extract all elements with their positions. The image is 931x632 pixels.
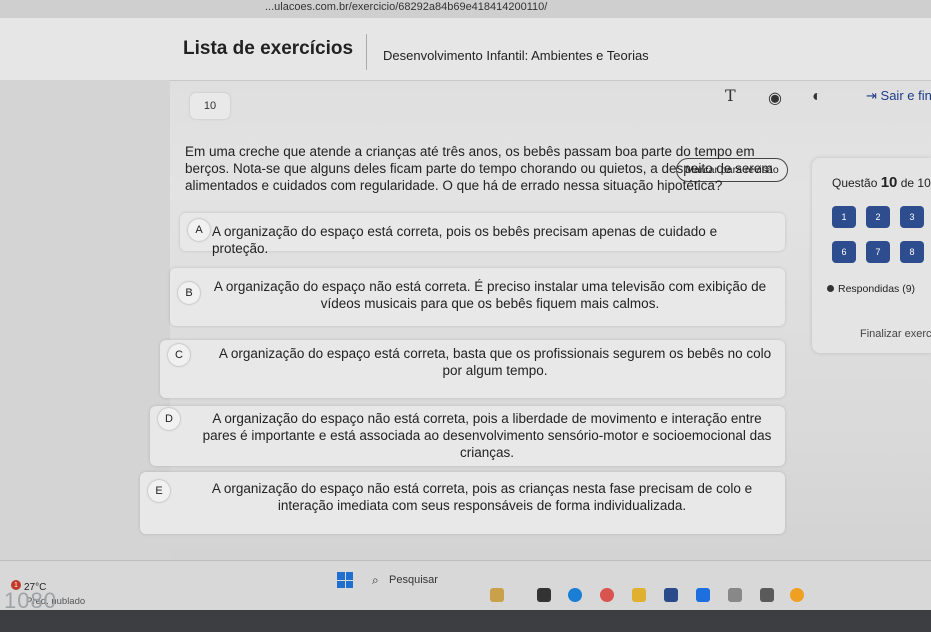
question-button-3[interactable]: 3 xyxy=(900,206,924,228)
option-c[interactable]: C A organização do espaço está correta, … xyxy=(160,340,785,398)
app-icon[interactable] xyxy=(790,588,804,602)
option-letter: D xyxy=(158,408,180,430)
option-d[interactable]: D A organização do espaço não está corre… xyxy=(150,406,785,466)
audio-icon[interactable]: ◉ xyxy=(768,88,782,108)
option-letter: C xyxy=(168,344,190,366)
url-text[interactable]: ...ulacoes.com.br/exercicio/68292a84b69e… xyxy=(265,1,547,13)
option-text: A organização do espaço não está correta… xyxy=(213,279,767,311)
taskbar-search[interactable]: Pesquisar xyxy=(389,574,438,586)
terminal-icon[interactable] xyxy=(537,588,551,602)
panel-title-prefix: Questão xyxy=(832,176,878,190)
option-b[interactable]: B A organização do espaço não está corre… xyxy=(170,268,785,326)
amazon-icon[interactable] xyxy=(728,588,742,602)
option-text: A organização do espaço está correta, ba… xyxy=(218,346,772,378)
app-header: Lista de exercícios Desenvolvimento Infa… xyxy=(0,18,931,81)
monitor-bezel xyxy=(0,610,931,632)
panel-current-question: 10 xyxy=(880,174,898,191)
folder-icon[interactable] xyxy=(632,588,646,602)
search-icon[interactable]: ⌕ xyxy=(372,573,379,588)
tiktok-icon[interactable] xyxy=(760,588,774,602)
question-button-8[interactable]: 8 xyxy=(900,241,924,263)
monitor-label: 1080 xyxy=(4,588,57,613)
panel-total: de 10 xyxy=(900,176,931,190)
subject-name: Desenvolvimento Infantil: Ambientes e Te… xyxy=(383,48,649,63)
option-letter: E xyxy=(148,480,170,502)
exit-button[interactable]: ⇥ Sair e fin xyxy=(866,88,931,104)
edge-icon[interactable] xyxy=(568,588,582,602)
screen: ...ulacoes.com.br/exercicio/68292a84b69e… xyxy=(0,0,931,632)
option-text: A organização do espaço está correta, po… xyxy=(212,224,718,256)
browser-url-bar[interactable]: ...ulacoes.com.br/exercicio/68292a84b69e… xyxy=(0,0,931,19)
answered-count: Respondidas (9) xyxy=(827,283,915,295)
option-text: A organização do espaço não está correta… xyxy=(211,481,753,513)
page-title: Lista de exercícios xyxy=(183,38,354,59)
contrast-icon[interactable]: ◐ xyxy=(812,88,822,106)
question-number: 10 xyxy=(190,93,230,119)
question-navigation-panel: Questão 10 de 10 1 2 3 6 7 8 Respondidas… xyxy=(812,158,931,353)
panel-title: Questão 10 de 10 xyxy=(832,174,931,191)
exit-label: Sair e fin xyxy=(880,88,931,103)
chrome-icon[interactable] xyxy=(600,588,614,602)
answered-dot-icon xyxy=(827,285,834,292)
store-icon[interactable] xyxy=(664,588,678,602)
option-letter: A xyxy=(188,219,210,241)
exit-icon: ⇥ xyxy=(866,88,877,103)
windows-start-icon[interactable] xyxy=(337,572,353,588)
option-e[interactable]: E A organização do espaço não está corre… xyxy=(140,472,785,534)
option-letter: B xyxy=(178,282,200,304)
question-button-7[interactable]: 7 xyxy=(866,241,890,263)
answered-label: Respondidas (9) xyxy=(838,283,916,295)
finish-button[interactable]: Finalizar exerc xyxy=(860,328,931,340)
dropbox-icon[interactable] xyxy=(696,588,710,602)
question-button-1[interactable]: 1 xyxy=(832,206,856,228)
text-size-icon[interactable]: T xyxy=(725,86,736,105)
file-explorer-icon[interactable] xyxy=(490,588,504,602)
question-stem: Em uma creche que atende a crianças até … xyxy=(185,144,773,193)
question-button-6[interactable]: 6 xyxy=(832,241,856,263)
option-text: A organização do espaço não está correta… xyxy=(202,411,772,460)
question-button-2[interactable]: 2 xyxy=(866,206,890,228)
header-divider xyxy=(366,34,367,70)
taskbar xyxy=(0,560,931,611)
option-a[interactable]: A A organização do espaço está correta, … xyxy=(180,213,785,256)
